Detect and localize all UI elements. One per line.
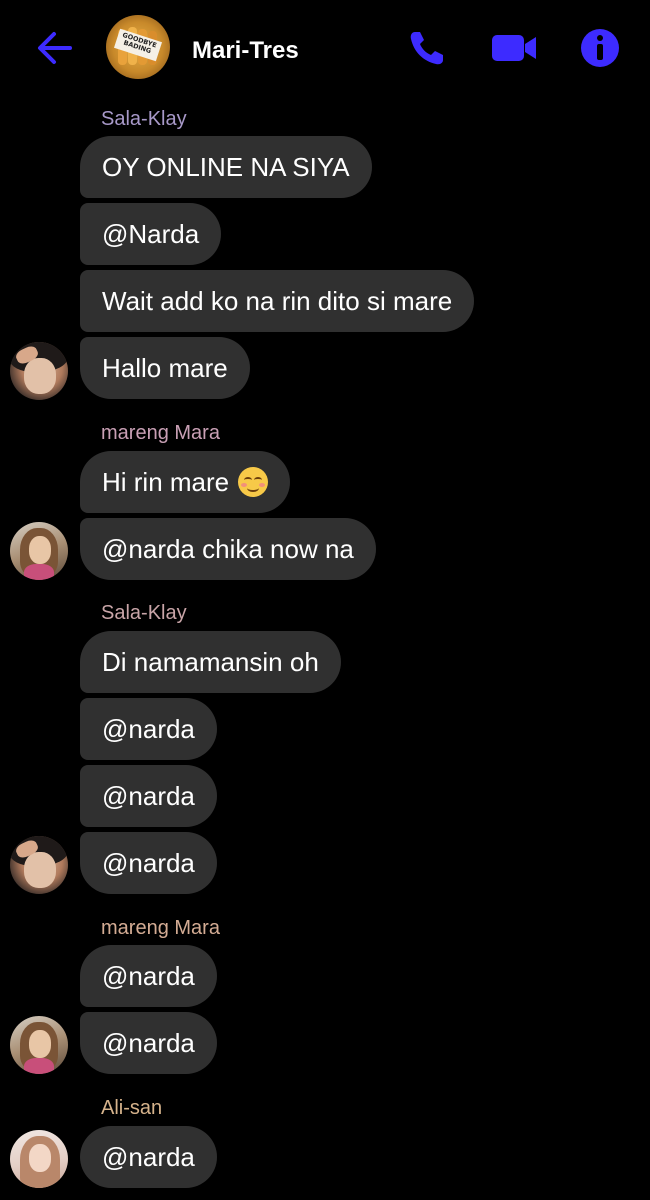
message-bubble[interactable]: @narda [80,698,217,760]
avatar[interactable] [10,342,68,400]
phone-icon[interactable] [405,26,449,70]
message-bubble[interactable]: @narda [80,1126,217,1188]
group-avatar[interactable]: GOODBYE BADING [106,15,170,79]
message-bubble[interactable]: @narda chika now na [80,518,376,580]
message-bubble[interactable]: Wait add ko na rin dito si mare [80,270,475,332]
avatar[interactable] [10,522,68,580]
message-text: Hi rin mare [102,467,230,497]
sender-name: mareng Mara [101,422,220,444]
message-bubble[interactable]: @narda [80,765,217,827]
sender-name: mareng Mara [101,917,220,939]
sender-name: Sala-Klay [101,108,187,130]
avatar[interactable] [10,1016,68,1074]
message-bubble[interactable]: @narda [80,945,217,1007]
sender-name: Ali-san [101,1097,163,1119]
info-icon[interactable] [578,26,622,70]
message-bubble[interactable]: OY ONLINE NA SIYA [80,136,372,198]
chat-header: GOODBYE BADING Mari-Tres [0,0,650,100]
sender-name: Sala-Klay [101,602,187,624]
smiling-face-emoji-icon [238,467,269,498]
video-camera-icon[interactable] [490,26,536,70]
message-bubble[interactable]: Di namamansin oh [80,631,341,693]
message-bubble[interactable]: @Narda [80,203,222,265]
message-bubble[interactable]: @narda [80,832,217,894]
conversation-title[interactable]: Mari-Tres [192,37,299,65]
avatar[interactable] [10,1130,68,1188]
message-bubble[interactable]: Hi rin mare [80,451,291,513]
message-bubble[interactable]: Hallo mare [80,337,250,399]
message-bubble[interactable]: @narda [80,1012,217,1074]
avatar[interactable] [10,836,68,894]
back-arrow-icon[interactable] [32,26,76,70]
